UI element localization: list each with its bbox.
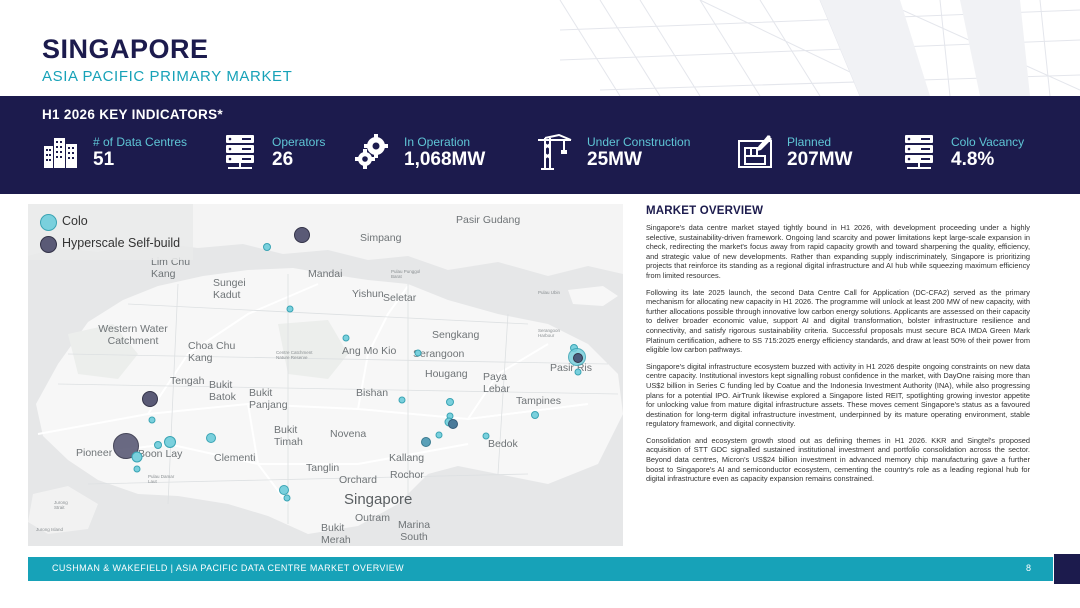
place-label: Kallang <box>389 452 425 464</box>
overview-paragraph: Singapore's digital infrastructure ecosy… <box>646 361 1030 429</box>
colo-marker[interactable] <box>414 349 422 357</box>
colo-marker[interactable] <box>154 441 162 449</box>
overview-paragraph: Following its late 2025 launch, the seco… <box>646 287 1030 355</box>
place-label: Ang Mo Kio <box>342 345 397 357</box>
kpi-value: 51 <box>93 149 115 170</box>
kpi-label: In Operation <box>404 135 471 149</box>
colo-marker[interactable] <box>279 485 289 495</box>
overview-paragraph: Consolidation and ecosystem growth stood… <box>646 435 1030 484</box>
place-label: Rochor <box>390 469 424 481</box>
place-label: Simpang <box>360 232 402 244</box>
map-legend: Colo Hyperscale Self-build <box>28 204 193 260</box>
blueprint-icon <box>737 134 773 170</box>
key-indicators-heading: H1 2026 KEY INDICATORS* <box>42 107 223 122</box>
place-label: Bukit Merah <box>321 522 351 546</box>
colo-marker[interactable] <box>446 398 454 406</box>
overview-paragraph: Singapore's data centre market stayed ti… <box>646 223 1030 280</box>
kpi-value: 25MW <box>587 149 642 170</box>
colo-marker[interactable] <box>148 416 156 424</box>
colo-marker[interactable] <box>263 243 271 251</box>
place-label: Tampines <box>516 395 561 407</box>
place-label: Paya Lebar <box>483 371 510 395</box>
place-label: Boon Lay <box>138 448 183 460</box>
colo-marker[interactable] <box>435 431 443 439</box>
overview-heading: MARKET OVERVIEW <box>646 205 764 217</box>
server-rack-icon <box>222 134 258 170</box>
place-label: Seletar <box>383 292 417 304</box>
kpi-label: Planned <box>787 135 832 149</box>
hyperscale-marker[interactable] <box>573 353 583 363</box>
place-label: Novena <box>330 428 367 440</box>
key-indicators-band: H1 2026 KEY INDICATORS* # of Data Centre… <box>0 96 1080 194</box>
colo-marker[interactable] <box>164 436 176 448</box>
place-label: Tengah <box>170 375 205 387</box>
hyperscale-marker[interactable] <box>142 391 158 407</box>
kpi-value: 26 <box>272 149 294 170</box>
place-label: Bukit Timah <box>274 424 303 448</box>
colo-marker[interactable] <box>398 396 406 404</box>
market-overview: MARKET OVERVIEW Singapore's data centre … <box>646 205 1030 491</box>
colo-marker[interactable] <box>531 411 539 419</box>
legend-label: Hyperscale Self-build <box>62 236 181 250</box>
crane-icon <box>537 133 573 170</box>
place-label: Mandai <box>308 268 343 280</box>
kpi-label: Operators <box>272 135 326 149</box>
place-label: Centre Catchment Nature Reserve <box>276 350 313 360</box>
place-label: Pulau Punggol Barat <box>391 269 421 279</box>
place-label: Pasir Gudang <box>456 214 521 226</box>
legend-label: Colo <box>62 214 88 228</box>
page-subtitle: ASIA PACIFIC PRIMARY MARKET <box>42 68 293 85</box>
colo-marker[interactable] <box>283 494 291 502</box>
hyperscale-marker[interactable] <box>294 227 310 243</box>
place-label: Clementi <box>214 452 256 464</box>
footer-text: CUSHMAN & WAKEFIELD | ASIA PACIFIC DATA … <box>52 563 405 573</box>
kpi-value: 4.8% <box>951 149 995 170</box>
place-label: Pulau Damar Laut <box>148 474 175 484</box>
colo-marker[interactable] <box>286 305 294 313</box>
place-label: Singapore <box>344 491 413 508</box>
gears-icon <box>354 134 390 170</box>
place-label: Sungei Kadut <box>213 277 246 301</box>
place-label: Yishun <box>352 288 384 300</box>
kpi-label: Colo Vacancy <box>951 135 1025 149</box>
place-label: Choa Chu Kang <box>188 340 236 364</box>
colo-marker[interactable] <box>482 432 490 440</box>
place-label: Jurong Island <box>36 527 64 532</box>
place-label: Bedok <box>488 438 518 450</box>
hyperscale-marker[interactable] <box>448 419 458 429</box>
place-label: Hougang <box>425 368 468 380</box>
kpi-value: 1,068MW <box>404 149 486 170</box>
kpi-label: Under Construction <box>587 135 691 149</box>
place-label: Sengkang <box>432 329 480 341</box>
place-label: Pulau Ubin <box>538 290 561 295</box>
place-label: Jurong Strait <box>54 500 68 510</box>
colo-marker[interactable] <box>574 368 582 376</box>
corner-accent <box>1054 554 1080 584</box>
colo-marker[interactable] <box>206 433 216 443</box>
colo-marker[interactable] <box>421 437 431 447</box>
place-label: Bishan <box>356 387 389 399</box>
place-label: Pioneer <box>76 447 113 459</box>
place-label: Bukit Panjang <box>249 387 288 411</box>
hyperscale-swatch-icon <box>40 236 57 253</box>
kpi-value: 207MW <box>787 149 853 170</box>
page-number: 8 <box>1025 563 1031 573</box>
place-label: Western Water Catchment <box>98 323 168 347</box>
colo-marker[interactable] <box>133 465 141 473</box>
colo-swatch-icon <box>40 214 57 231</box>
page-footer: CUSHMAN & WAKEFIELD | ASIA PACIFIC DATA … <box>28 557 1053 581</box>
page-title: SINGAPORE <box>42 34 209 64</box>
buildings-icon <box>43 134 79 170</box>
place-label: Bukit Batok <box>209 379 236 403</box>
colo-marker[interactable] <box>131 451 143 463</box>
place-label: Serangoon Harbour <box>538 328 561 338</box>
place-label: Marina South <box>397 519 431 543</box>
server-rack-icon <box>901 134 937 170</box>
place-label: Orchard <box>339 474 377 486</box>
colo-marker[interactable] <box>342 334 350 342</box>
kpi-label: # of Data Centres <box>93 135 188 149</box>
singapore-data-centre-map: Pasir Gudang Simpang Mandai Sungei Kadut… <box>28 204 623 546</box>
place-label: Tanglin <box>306 462 340 474</box>
